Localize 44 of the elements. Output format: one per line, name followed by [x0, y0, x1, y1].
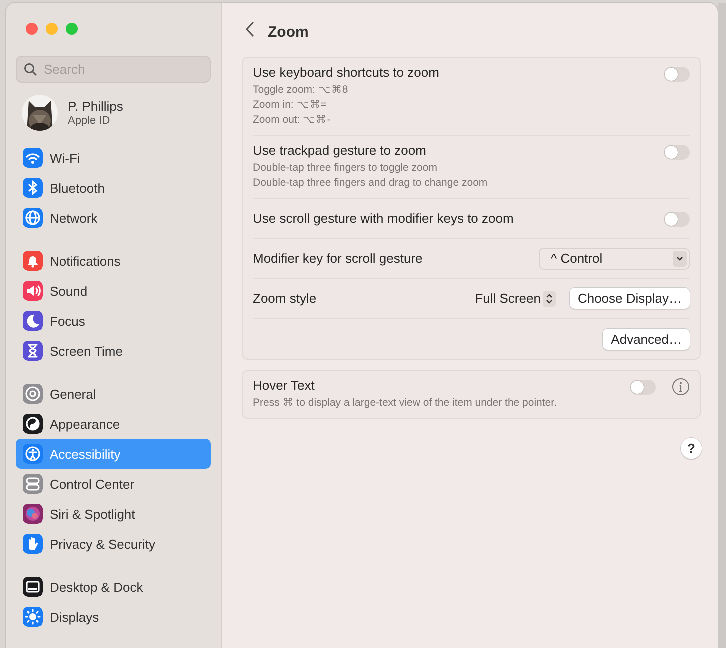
- style-selector[interactable]: Full Screen: [475, 290, 556, 306]
- sidebar-item[interactable]: Sound: [16, 276, 211, 306]
- page-title: Zoom: [268, 24, 309, 40]
- sidebar-item[interactable]: Siri & Spotlight: [16, 499, 211, 529]
- advanced-button[interactable]: Advanced…: [603, 328, 690, 350]
- sidebar-item[interactable]: Notifications: [16, 246, 211, 276]
- setting-label: Use scroll gesture with modifier keys to zoom: [253, 211, 515, 226]
- zoom-button[interactable]: [66, 23, 78, 35]
- setting-label: Zoom style: [253, 291, 318, 306]
- toggle-switch[interactable]: [664, 145, 690, 160]
- toggle-switch[interactable]: [664, 212, 690, 227]
- sidebar-item[interactable]: Displays: [16, 602, 211, 632]
- toggle-switch[interactable]: [664, 67, 690, 82]
- close-button[interactable]: [26, 23, 38, 35]
- setting-description: Double-tap three fingers and drag to change zoom: [253, 176, 489, 191]
- sidebar-item[interactable]: Network: [16, 203, 211, 233]
- sidebar-item[interactable]: Screen Time: [16, 336, 211, 366]
- sidebar-item[interactable]: Wi-Fi: [16, 143, 211, 173]
- setting-label: Hover Text: [253, 378, 316, 393]
- stepper-icon: [542, 290, 556, 306]
- sidebar-item[interactable]: Privacy & Security: [16, 529, 211, 559]
- help-button[interactable]: ?: [681, 438, 702, 459]
- sidebar-item[interactable]: Bluetooth: [16, 173, 211, 203]
- account-subtitle: Apple ID: [68, 115, 112, 127]
- sidebar-item[interactable]: Focus: [16, 306, 211, 336]
- setting-description: Zoom out: ⌥⌘-: [253, 113, 332, 128]
- sidebar-item[interactable]: Appearance: [16, 409, 211, 439]
- sidebar-item[interactable]: Control Center: [16, 469, 211, 499]
- setting-description: Zoom in: ⌥⌘=: [253, 98, 328, 113]
- setting-label: Modifier key for scroll gesture: [253, 251, 424, 266]
- choose-display-button[interactable]: Choose Display…: [570, 288, 690, 309]
- sidebar-item[interactable]: General: [16, 379, 211, 409]
- info-icon[interactable]: [672, 378, 690, 396]
- setting-description: Double-tap three fingers to toggle zoom: [253, 161, 438, 176]
- toggle-switch[interactable]: [630, 380, 656, 395]
- dropdown[interactable]: ^ Control: [539, 248, 690, 270]
- sidebar-item[interactable]: Desktop & Dock: [16, 572, 211, 602]
- chevron-icon: [673, 250, 687, 266]
- setting-label: Use trackpad gesture to zoom: [253, 143, 428, 158]
- account-name: P. Phillips: [68, 99, 124, 114]
- minimize-button[interactable]: [46, 23, 58, 35]
- setting-description: Press ⌘ to display a large-text view of the item under the pointer.: [253, 396, 558, 411]
- setting-label: Use keyboard shortcuts to zoom: [253, 65, 440, 80]
- setting-description: Toggle zoom: ⌥⌘8: [253, 83, 350, 98]
